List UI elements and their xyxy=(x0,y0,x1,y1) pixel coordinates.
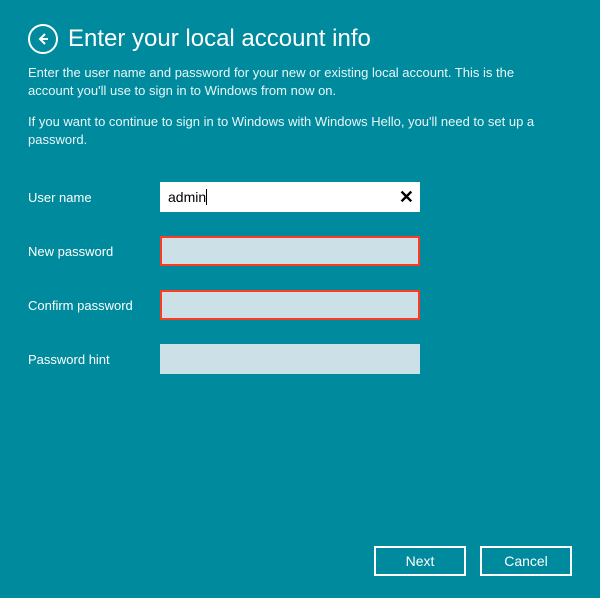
clear-username-button[interactable]: ✕ xyxy=(399,188,414,206)
back-button[interactable] xyxy=(28,24,58,54)
username-input[interactable]: admin xyxy=(160,182,420,212)
page-title: Enter your local account info xyxy=(68,26,371,52)
username-label: User name xyxy=(28,190,160,205)
password-hint-input[interactable] xyxy=(160,344,420,374)
new-password-label: New password xyxy=(28,244,160,259)
confirm-password-label: Confirm password xyxy=(28,298,160,313)
next-button[interactable]: Next xyxy=(374,546,466,576)
footer-buttons: Next Cancel xyxy=(374,546,572,576)
username-field-wrap: admin ✕ xyxy=(160,182,420,212)
new-password-input[interactable] xyxy=(160,236,420,266)
cancel-button[interactable]: Cancel xyxy=(480,546,572,576)
description-1: Enter the user name and password for you… xyxy=(28,64,548,99)
password-hint-label: Password hint xyxy=(28,352,160,367)
confirm-password-input[interactable] xyxy=(160,290,420,320)
local-account-form: User name admin ✕ New password Confirm p… xyxy=(28,182,572,374)
username-value: admin xyxy=(168,189,206,205)
arrow-left-icon xyxy=(36,32,50,46)
text-caret xyxy=(206,189,207,205)
description-2: If you want to continue to sign in to Wi… xyxy=(28,113,548,148)
